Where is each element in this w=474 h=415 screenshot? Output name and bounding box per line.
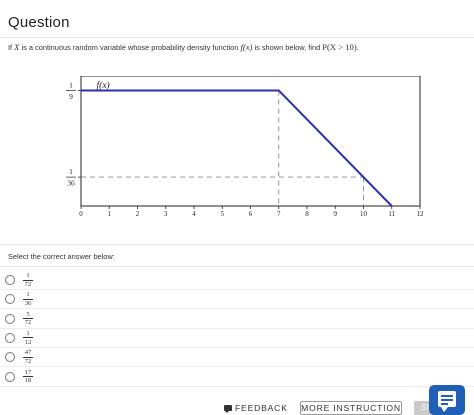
x-tick-label: 8 bbox=[305, 210, 309, 218]
select-label: Select the correct answer below: bbox=[8, 252, 115, 261]
option-fraction: 1 72 bbox=[22, 272, 34, 288]
answer-option[interactable]: 47 72 bbox=[0, 348, 474, 368]
radio-button[interactable] bbox=[5, 275, 15, 285]
x-tick-label: 0 bbox=[79, 210, 83, 218]
x-tick-label: 10 bbox=[360, 210, 368, 218]
option-fraction: 5 72 bbox=[22, 310, 34, 327]
answer-option[interactable]: 1 12 bbox=[0, 329, 474, 348]
option-numerator: 5 bbox=[26, 310, 30, 318]
feedback-button[interactable]: FEEDBACK bbox=[224, 403, 288, 415]
option-numerator: 1 bbox=[26, 272, 30, 279]
option-fraction: 17 18 bbox=[22, 368, 34, 385]
x-tick-label: 3 bbox=[164, 210, 168, 218]
density-chart: 0 1 2 3 4 5 6 7 8 9 10 11 1219136f(x) bbox=[66, 76, 425, 218]
option-numerator: 1 bbox=[26, 291, 30, 299]
option-numerator: 1 bbox=[26, 329, 30, 337]
question-header: Question bbox=[0, 0, 474, 38]
plot-frame bbox=[80, 76, 421, 207]
answer-option[interactable]: 1 72 bbox=[0, 271, 474, 290]
y-tick-denominator: 9 bbox=[69, 92, 73, 101]
radio-button[interactable] bbox=[5, 332, 15, 343]
option-denominator: 36 bbox=[24, 300, 32, 308]
y-tick-denominator: 36 bbox=[67, 179, 75, 188]
question-post: is shown below, find bbox=[252, 43, 323, 52]
x-tick-label: 9 bbox=[334, 210, 338, 218]
feedback-label: FEEDBACK bbox=[235, 403, 288, 413]
option-denominator: 72 bbox=[24, 357, 32, 365]
x-tick-label: 4 bbox=[192, 210, 196, 218]
option-numerator: 17 bbox=[24, 368, 32, 376]
section-divider bbox=[0, 244, 474, 245]
question-mid: is a continuous random variable whose pr… bbox=[19, 43, 241, 52]
x-tick-label: 12 bbox=[417, 210, 425, 218]
chat-button[interactable] bbox=[429, 385, 465, 415]
answer-option[interactable]: 5 72 bbox=[0, 310, 474, 329]
option-fraction: 47 72 bbox=[22, 349, 34, 365]
y-tick-numerator: 1 bbox=[69, 167, 73, 176]
option-denominator: 18 bbox=[24, 377, 32, 385]
density-line bbox=[81, 89, 393, 207]
answer-option[interactable]: 17 18 bbox=[0, 368, 474, 387]
header-divider bbox=[0, 37, 474, 38]
question-end: . bbox=[356, 43, 359, 52]
option-divider bbox=[0, 385, 474, 387]
option-numerator: 47 bbox=[24, 349, 32, 357]
question-text: If X is a continuous random variable who… bbox=[8, 42, 468, 52]
radio-button[interactable] bbox=[5, 294, 15, 305]
question-fx: f(x) bbox=[240, 42, 253, 52]
x-tick-label: 7 bbox=[277, 210, 281, 218]
answer-option[interactable]: 1 36 bbox=[0, 290, 474, 310]
radio-button[interactable] bbox=[5, 352, 15, 363]
option-denominator: 12 bbox=[24, 338, 32, 346]
x-tick-label: 6 bbox=[249, 210, 253, 218]
x-tick-label: 11 bbox=[388, 210, 395, 218]
option-denominator: 72 bbox=[24, 319, 32, 327]
radio-button[interactable] bbox=[5, 313, 15, 324]
radio-button[interactable] bbox=[5, 371, 15, 382]
x-tick-label: 5 bbox=[221, 210, 225, 218]
chat-icon bbox=[438, 391, 456, 412]
question-prob: P(X > 10) bbox=[322, 42, 357, 52]
page-title: Question bbox=[8, 14, 70, 31]
more-instruction-button[interactable]: MORE INSTRUCTION bbox=[300, 401, 402, 415]
option-denominator: 72 bbox=[24, 280, 32, 288]
option-fraction: 1 36 bbox=[22, 291, 34, 307]
option-fraction: 1 12 bbox=[22, 330, 34, 346]
comment-icon bbox=[224, 405, 232, 413]
x-tick-label: 2 bbox=[136, 210, 140, 218]
function-label: f(x) bbox=[97, 80, 110, 91]
x-tick-label: 1 bbox=[108, 210, 112, 218]
y-tick-numerator: 1 bbox=[69, 80, 73, 89]
footer: FEEDBACK MORE INSTRUCTION SU bbox=[0, 399, 474, 415]
section-divider bbox=[0, 266, 474, 267]
